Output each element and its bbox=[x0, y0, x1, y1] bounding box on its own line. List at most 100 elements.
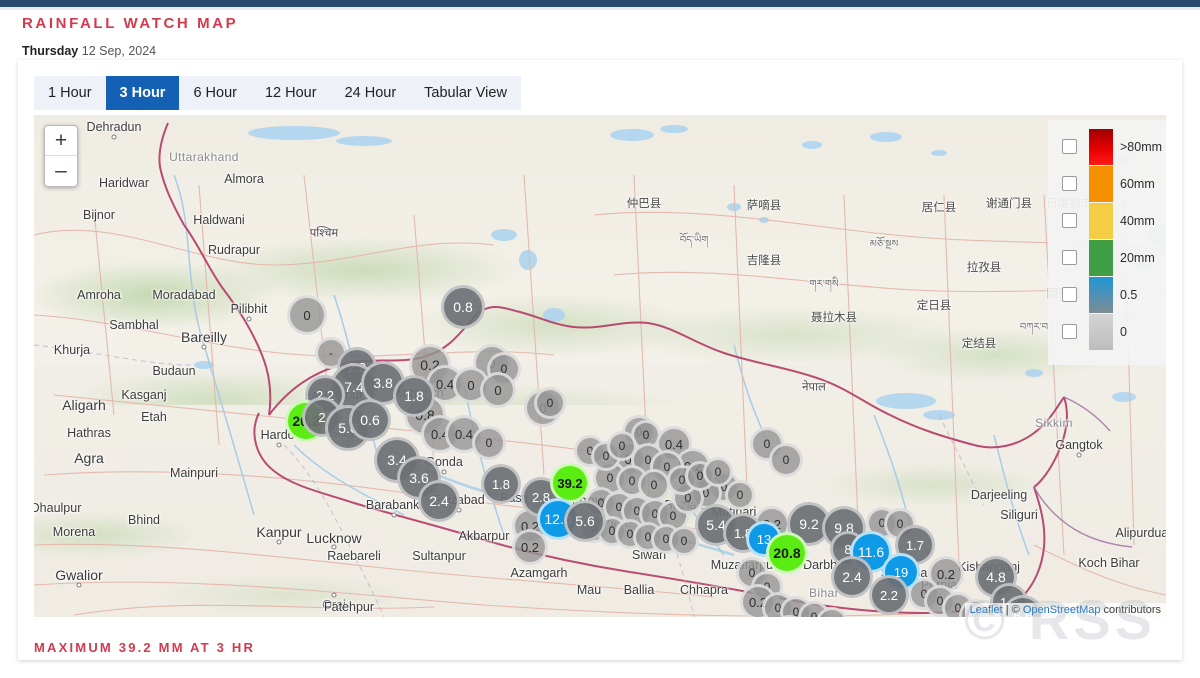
rainfall-marker[interactable]: 0 bbox=[769, 443, 803, 477]
legend-checkbox[interactable] bbox=[1062, 213, 1077, 228]
map-place-label: नेपाल bbox=[802, 380, 826, 395]
legend-row[interactable]: 0 bbox=[1048, 313, 1166, 350]
map-place-label: Sambhal bbox=[109, 318, 158, 332]
rainfall-marker[interactable]: 5.6 bbox=[564, 500, 606, 542]
map-place-label: Fatehpur bbox=[324, 600, 374, 614]
legend-row[interactable]: 20mm bbox=[1048, 239, 1166, 276]
rainfall-marker[interactable]: 2.4 bbox=[831, 556, 873, 598]
map-place-label: Bareilly bbox=[181, 329, 227, 345]
duration-tab-bar: 1 Hour3 Hour6 Hour12 Hour24 HourTabular … bbox=[34, 76, 521, 110]
date-value: 12 Sep, 2024 bbox=[82, 44, 156, 58]
map-place-label: Hathras bbox=[67, 426, 111, 440]
rainfall-marker[interactable]: 2.2 bbox=[869, 575, 909, 615]
map-place-label: Mainpuri bbox=[170, 466, 218, 480]
map-place-label: Etah bbox=[141, 410, 167, 424]
legend-row[interactable]: 60mm bbox=[1048, 165, 1166, 202]
map-city-dot bbox=[1077, 453, 1082, 458]
map-city-dot bbox=[202, 345, 207, 350]
rainfall-marker[interactable]: 0 bbox=[725, 480, 755, 510]
map-canvas: Dehradun Uttarakhand Haridwar Almora Bijnor H… bbox=[34, 115, 1166, 617]
legend-color-swatch bbox=[1089, 277, 1113, 313]
rainfall-marker[interactable]: 2.4 bbox=[418, 480, 460, 522]
tab-3-hour[interactable]: 3 Hour bbox=[106, 76, 180, 110]
map-place-label: Dhaulpur bbox=[34, 501, 81, 515]
rainfall-marker[interactable]: 0 bbox=[534, 387, 566, 419]
map-place-label: 仲巴县 bbox=[627, 195, 662, 211]
legend-label: 60mm bbox=[1120, 177, 1155, 191]
rainfall-marker[interactable]: 20.8 bbox=[766, 532, 808, 574]
legend-checkbox[interactable] bbox=[1062, 287, 1077, 302]
rainfall-map[interactable]: Dehradun Uttarakhand Haridwar Almora Bijnor H… bbox=[34, 115, 1166, 617]
map-place-label: Azamgarh bbox=[511, 566, 568, 580]
map-city-dot bbox=[332, 545, 337, 550]
legend-checkbox[interactable] bbox=[1062, 139, 1077, 154]
attribution-suffix: contributors bbox=[1100, 604, 1161, 616]
map-place-label: Akbarpur bbox=[459, 529, 510, 543]
map-city-dot bbox=[112, 135, 117, 140]
map-place-label: Pilibhit bbox=[231, 302, 268, 316]
map-place-label: 萨嘀县 bbox=[747, 197, 782, 213]
rainfall-marker[interactable]: 0.6 bbox=[349, 399, 391, 441]
legend-checkbox[interactable] bbox=[1062, 176, 1077, 191]
legend-label: 0.5 bbox=[1120, 288, 1137, 302]
legend-checkbox[interactable] bbox=[1062, 250, 1077, 265]
tab-24-hour[interactable]: 24 Hour bbox=[331, 76, 411, 110]
zoom-out-button[interactable]: – bbox=[45, 156, 77, 186]
tab-6-hour[interactable]: 6 Hour bbox=[179, 76, 251, 110]
page-title: RAINFALL WATCH MAP bbox=[22, 15, 238, 32]
rainfall-marker[interactable]: 0 bbox=[472, 426, 506, 460]
map-place-label: Mau bbox=[577, 583, 601, 597]
map-place-label: 定日县 bbox=[917, 297, 952, 313]
tab-12-hour[interactable]: 12 Hour bbox=[251, 76, 331, 110]
rainfall-marker[interactable]: 0.8 bbox=[441, 285, 485, 329]
map-place-label: Gwalior bbox=[55, 567, 102, 583]
legend-row[interactable]: >80mm bbox=[1048, 128, 1166, 165]
legend-label: 0 bbox=[1120, 325, 1127, 339]
openstreetmap-link[interactable]: OpenStreetMap bbox=[1023, 604, 1101, 616]
rainfall-marker[interactable]: 0 bbox=[607, 431, 637, 461]
map-place-label: Khurja bbox=[54, 343, 90, 357]
rainfall-marker[interactable]: 39.2 bbox=[550, 463, 590, 503]
legend-color-swatch bbox=[1089, 203, 1113, 239]
map-place-label: Kasganj bbox=[121, 388, 166, 402]
map-place-label: पश्चिम bbox=[310, 226, 339, 241]
date-line: Thursday 12 Sep, 2024 bbox=[22, 44, 156, 58]
top-accent-bar bbox=[0, 0, 1200, 7]
legend-checkbox[interactable] bbox=[1062, 324, 1077, 339]
tab-1-hour[interactable]: 1 Hour bbox=[34, 76, 106, 110]
map-zoom-control[interactable]: + – bbox=[44, 125, 78, 187]
map-city-dot bbox=[247, 317, 252, 322]
map-place-label: Almora bbox=[224, 172, 264, 186]
map-place-label: 定结县 bbox=[962, 335, 997, 351]
legend-row[interactable]: 40mm bbox=[1048, 202, 1166, 239]
map-place-label: Dehradun bbox=[87, 120, 142, 134]
map-place-label: Sikkim bbox=[1035, 416, 1073, 430]
date-day-of-week: Thursday bbox=[22, 44, 78, 58]
map-place-label: Haridwar bbox=[99, 176, 149, 190]
rainfall-marker[interactable]: 0 bbox=[669, 526, 699, 556]
leaflet-link[interactable]: Leaflet bbox=[970, 604, 1003, 616]
map-attribution: Leaflet | © OpenStreetMap contributors bbox=[965, 603, 1166, 617]
map-place-label: Alipurduar bbox=[1116, 526, 1166, 540]
maximum-rainfall-summary: MAXIMUM 39.2 MM AT 3 HR bbox=[34, 640, 255, 655]
map-city-dot bbox=[442, 470, 447, 475]
map-place-label: Morena bbox=[53, 525, 95, 539]
map-place-label: Bhind bbox=[128, 513, 160, 527]
map-card: 1 Hour3 Hour6 Hour12 Hour24 HourTabular … bbox=[18, 60, 1182, 660]
map-place-label: Ballia bbox=[624, 583, 655, 597]
rainfall-legend[interactable]: >80mm 60mm 40mm 20mm 0.5 0 bbox=[1048, 120, 1166, 365]
rainfall-marker[interactable]: 0 bbox=[703, 457, 733, 487]
map-place-label: 居仁县 bbox=[922, 199, 957, 215]
rainfall-marker[interactable]: 1.8 bbox=[481, 464, 521, 504]
map-city-dot bbox=[277, 540, 282, 545]
rainfall-marker[interactable]: 0 bbox=[287, 295, 327, 335]
map-place-label: Uttarakhand bbox=[169, 150, 239, 164]
zoom-in-button[interactable]: + bbox=[45, 126, 77, 156]
rainfall-marker[interactable]: 1.8 bbox=[393, 375, 435, 417]
rainfall-marker[interactable]: 0.2 bbox=[512, 529, 548, 565]
rainfall-marker[interactable]: 0 bbox=[480, 372, 516, 408]
map-place-label: Bijnor bbox=[83, 208, 115, 222]
legend-row[interactable]: 0.5 bbox=[1048, 276, 1166, 313]
legend-label: 40mm bbox=[1120, 214, 1155, 228]
tab-tabular-view[interactable]: Tabular View bbox=[410, 76, 521, 110]
